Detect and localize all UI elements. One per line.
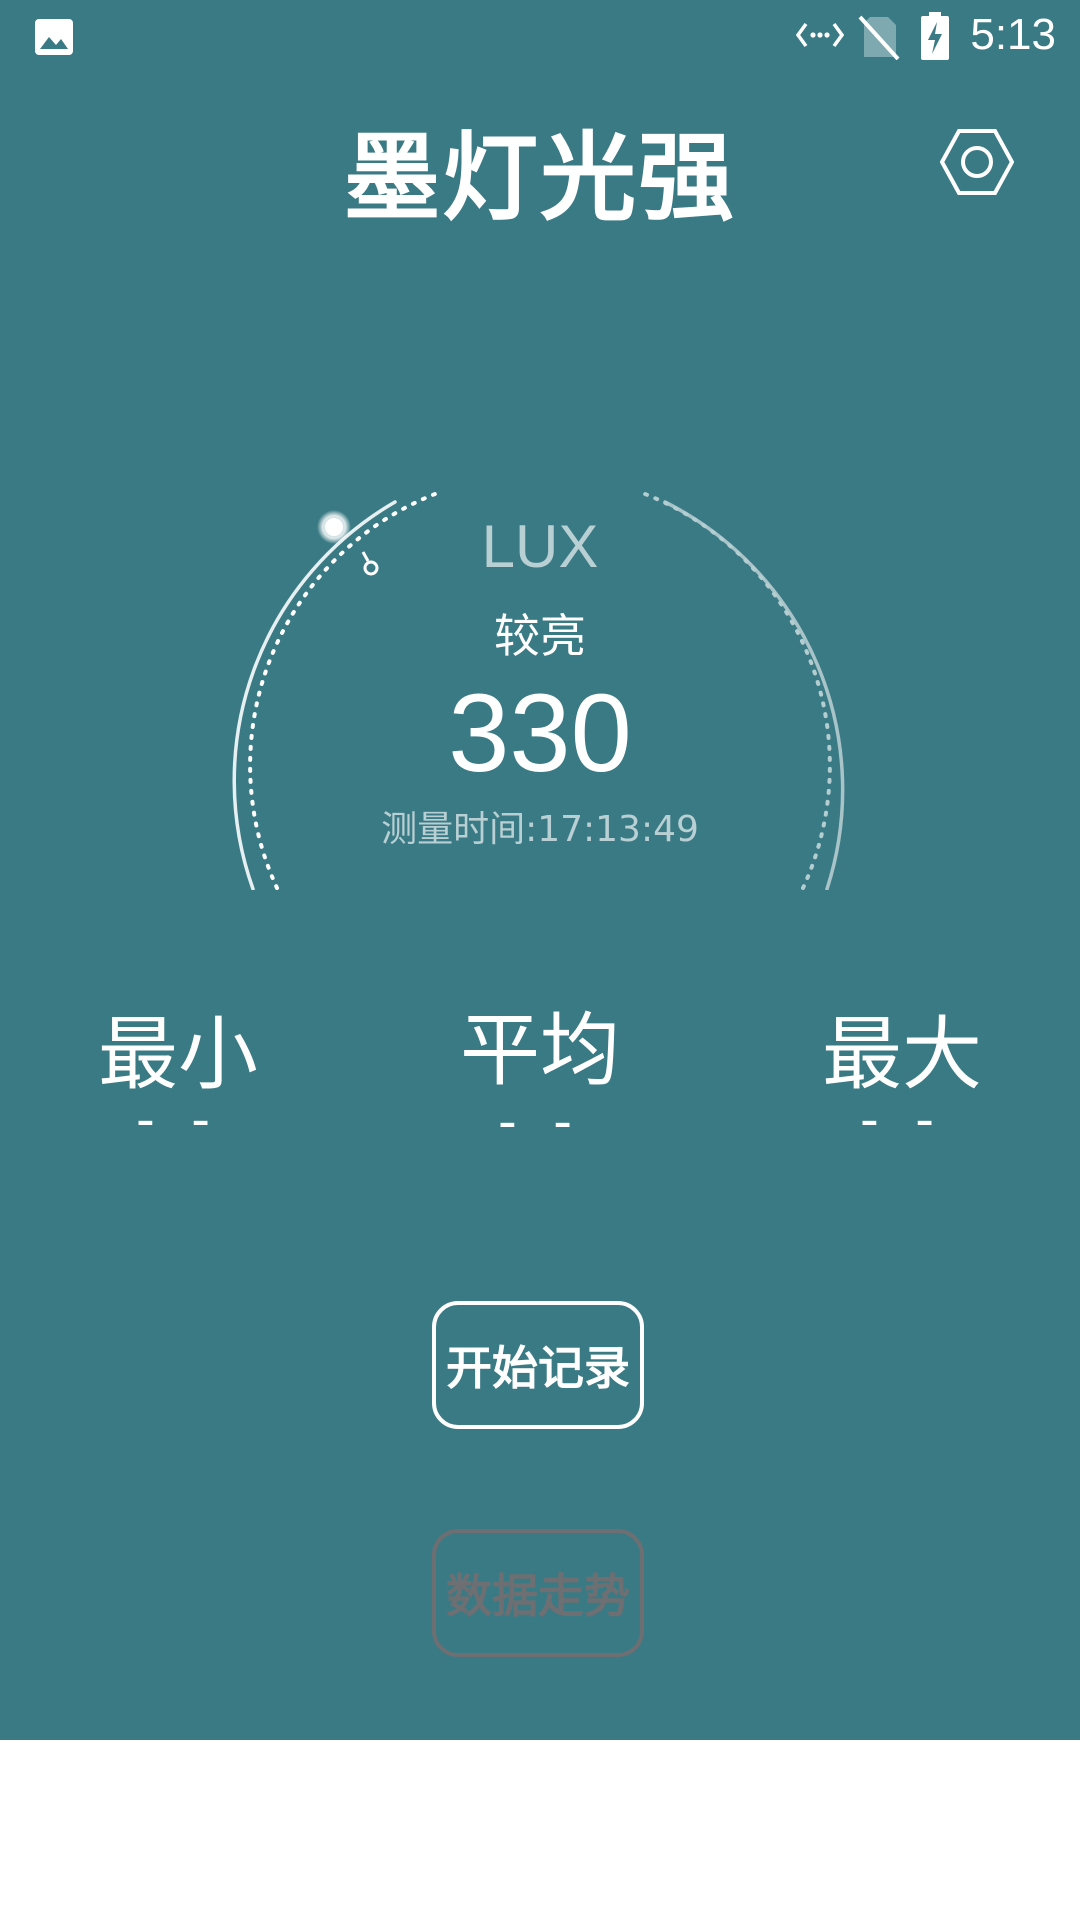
data-transfer-icon (796, 22, 844, 48)
status-time: 5:13 (970, 10, 1056, 59)
page-title: 墨灯光强 (344, 122, 736, 234)
battery-charging-icon (921, 12, 949, 60)
stat-avg-value: - - (497, 1092, 583, 1152)
app-screen: 5:13 墨灯光强 LUX 较亮 330 测量时间:17:13:49 最小 - … (0, 0, 1080, 1740)
data-trend-button[interactable]: 数据走势 (432, 1529, 644, 1657)
stat-avg-label: 平均 (460, 1004, 620, 1097)
brightness-level: 较亮 (494, 609, 586, 663)
start-record-button[interactable]: 开始记录 (432, 1301, 644, 1429)
image-icon (35, 19, 73, 55)
stat-max-label: 最大 (822, 1008, 982, 1101)
stat-min-label: 最小 (98, 1008, 258, 1101)
stat-max-value: - - (859, 1090, 945, 1150)
no-sim-icon (858, 15, 900, 60)
unit-label: LUX (481, 513, 599, 580)
measure-time: 测量时间:17:13:49 (381, 809, 699, 850)
settings-icon[interactable] (940, 127, 1014, 197)
lux-value: 330 (448, 672, 632, 795)
stat-min-value: - - (135, 1090, 221, 1150)
status-bar: 5:13 (0, 0, 1080, 72)
